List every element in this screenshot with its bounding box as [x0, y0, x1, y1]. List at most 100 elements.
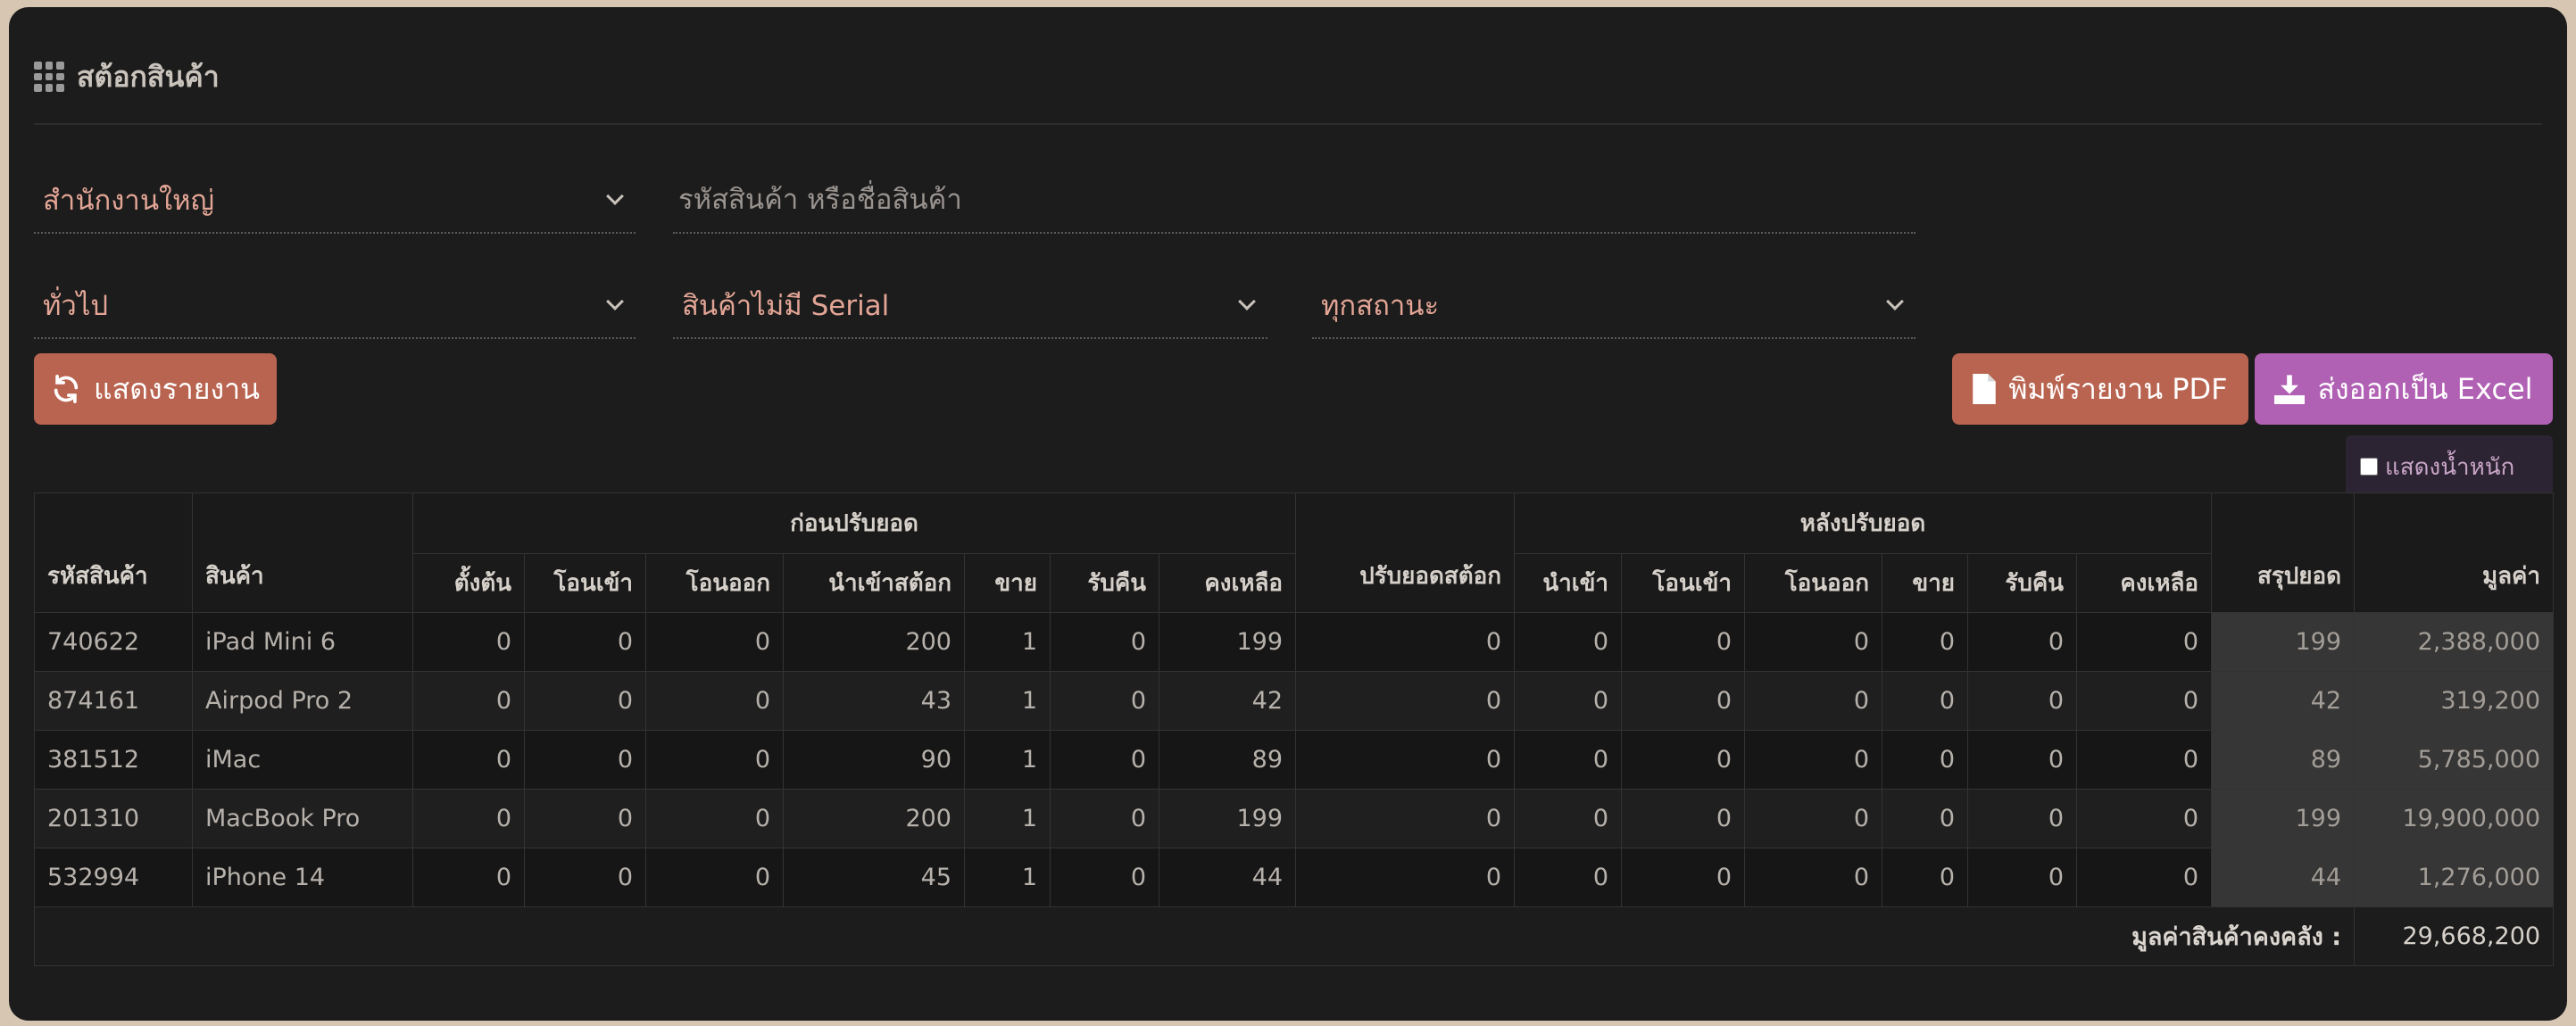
- cell-after: 0: [1621, 848, 1746, 907]
- stock-table: รหัสสินค้า สินค้า ก่อนปรับยอด ปรับยอดสต้…: [33, 492, 2555, 966]
- refresh-icon: [54, 374, 79, 404]
- cell-before: 0: [524, 789, 646, 848]
- cell-before: 89: [1158, 730, 1297, 790]
- cell-before: 0: [524, 612, 646, 672]
- cell-code: 532994: [34, 848, 193, 907]
- chevron-down-icon: [606, 187, 624, 205]
- col-summary: สรุปยอด: [2211, 492, 2356, 613]
- cell-after: 0: [1882, 612, 1969, 672]
- search-input[interactable]: [673, 168, 1915, 232]
- cell-before: 0: [1050, 612, 1159, 672]
- cell-code: 201310: [34, 789, 193, 848]
- cell-after: 0: [1514, 612, 1623, 672]
- branch-select-value: สำนักงานใหญ่: [43, 185, 215, 217]
- cell-after: 0: [1744, 848, 1883, 907]
- cell-before: 0: [1050, 789, 1159, 848]
- cell-after: 0: [2076, 848, 2213, 907]
- col-before-return: รับคืน: [1050, 553, 1159, 613]
- cell-after: 0: [1744, 730, 1883, 790]
- table-footer-row: มูลค่าสินค้าคงคลัง : 29,668,200: [33, 906, 2555, 966]
- cell-before: 0: [645, 789, 784, 848]
- category-select[interactable]: ทั่วไป: [34, 273, 636, 339]
- col-before-initial: ตั้งต้น: [412, 553, 525, 613]
- cell-summary: 199: [2211, 612, 2356, 672]
- cell-before: 0: [645, 730, 784, 790]
- cell-after: 0: [1621, 789, 1746, 848]
- cell-before: 0: [524, 848, 646, 907]
- cell-before: 0: [524, 730, 646, 790]
- cell-after: 0: [1621, 730, 1746, 790]
- cell-before: 200: [783, 789, 965, 848]
- file-icon: [1973, 374, 1997, 404]
- chevron-down-icon: [1886, 293, 1904, 310]
- cell-after: 0: [1882, 671, 1969, 731]
- stock-report-card: สต้อกสินค้า สำนักงานใหญ่ ทั่วไป สินค้าไม…: [9, 7, 2567, 1021]
- grid-icon: [34, 62, 64, 92]
- cell-product: iMac: [192, 730, 413, 790]
- cell-after: 0: [1621, 612, 1746, 672]
- serial-type-select[interactable]: สินค้าไม่มี Serial: [673, 273, 1267, 339]
- cell-after: 0: [1967, 671, 2078, 731]
- cell-before: 45: [783, 848, 965, 907]
- cell-before: 0: [412, 671, 525, 731]
- col-after-sale: ขาย: [1882, 553, 1969, 613]
- cell-adjust: 0: [1295, 789, 1516, 848]
- after-adjust-group: หลังปรับยอด: [1514, 492, 2213, 554]
- export-excel-button[interactable]: ส่งออกเป็น Excel: [2255, 353, 2553, 425]
- cell-before: 0: [412, 848, 525, 907]
- download-icon: [2274, 375, 2306, 404]
- serial-type-select-value: สินค้าไม่มี Serial: [682, 290, 890, 322]
- cell-before: 0: [645, 671, 784, 731]
- cell-product: iPhone 14: [192, 848, 413, 907]
- cell-summary: 199: [2211, 789, 2356, 848]
- table-row: 201310 MacBook Pro 0 0 0 200 1 0 199 0 0 0 0 0 0 0 199 19…: [34, 789, 2555, 848]
- cell-value: 1,276,000: [2354, 848, 2555, 907]
- col-before-sale: ขาย: [964, 553, 1051, 613]
- cell-after: 0: [1967, 848, 2078, 907]
- col-before-transfer-in: โอนเข้า: [524, 553, 646, 613]
- cell-before: 1: [964, 671, 1051, 731]
- cell-before: 0: [1050, 671, 1159, 731]
- cell-before: 1: [964, 848, 1051, 907]
- table-row: 381512 iMac 0 0 0 90 1 0 89 0 0 0 0 0 0 0 89 5,785,000: [34, 730, 2555, 790]
- print-pdf-button[interactable]: พิมพ์รายงาน PDF: [1952, 353, 2248, 425]
- cell-after: 0: [1744, 789, 1883, 848]
- cell-before: 1: [964, 730, 1051, 790]
- cell-before: 199: [1158, 789, 1297, 848]
- table-row: 874161 Airpod Pro 2 0 0 0 43 1 0 42 0 0 0 0 0 0 0 42 319,…: [34, 671, 2555, 731]
- cell-value: 2,388,000: [2354, 612, 2555, 672]
- cell-before: 90: [783, 730, 965, 790]
- cell-before: 0: [412, 612, 525, 672]
- search-field[interactable]: [673, 168, 1915, 234]
- cell-before: 43: [783, 671, 965, 731]
- col-product: สินค้า: [192, 492, 413, 613]
- cell-after: 0: [1967, 730, 2078, 790]
- header-divider: [34, 123, 2542, 125]
- show-report-button[interactable]: แสดงรายงาน: [34, 353, 277, 425]
- cell-summary: 89: [2211, 730, 2356, 790]
- show-weight-checkbox[interactable]: [2360, 458, 2378, 476]
- cell-after: 0: [1514, 848, 1623, 907]
- print-pdf-label: พิมพ์รายงาน PDF: [2008, 371, 2228, 406]
- cell-before: 1: [964, 789, 1051, 848]
- export-excel-label: ส่งออกเป็น Excel: [2317, 371, 2533, 406]
- cell-before: 0: [1050, 848, 1159, 907]
- branch-select[interactable]: สำนักงานใหญ่: [34, 168, 636, 234]
- show-report-label: แสดงรายงาน: [94, 371, 260, 406]
- cell-after: 0: [1514, 730, 1623, 790]
- col-after-return: รับคืน: [1967, 553, 2078, 613]
- cell-code: 874161: [34, 671, 193, 731]
- inventory-value-label: มูลค่าสินค้าคงคลัง :: [33, 906, 2356, 966]
- cell-product: Airpod Pro 2: [192, 671, 413, 731]
- cell-adjust: 0: [1295, 612, 1516, 672]
- cell-after: 0: [1967, 612, 2078, 672]
- status-select[interactable]: ทุกสถานะ: [1312, 273, 1915, 339]
- cell-after: 0: [1514, 671, 1623, 731]
- cell-before: 0: [412, 789, 525, 848]
- col-code: รหัสสินค้า: [34, 492, 193, 613]
- chevron-down-icon: [1238, 293, 1256, 310]
- col-after-transfer-out: โอนออก: [1744, 553, 1883, 613]
- show-weight-label: แสดงน้ำหนัก: [2385, 453, 2515, 481]
- show-weight-option[interactable]: แสดงน้ำหนัก: [2346, 435, 2553, 498]
- cell-after: 0: [2076, 789, 2213, 848]
